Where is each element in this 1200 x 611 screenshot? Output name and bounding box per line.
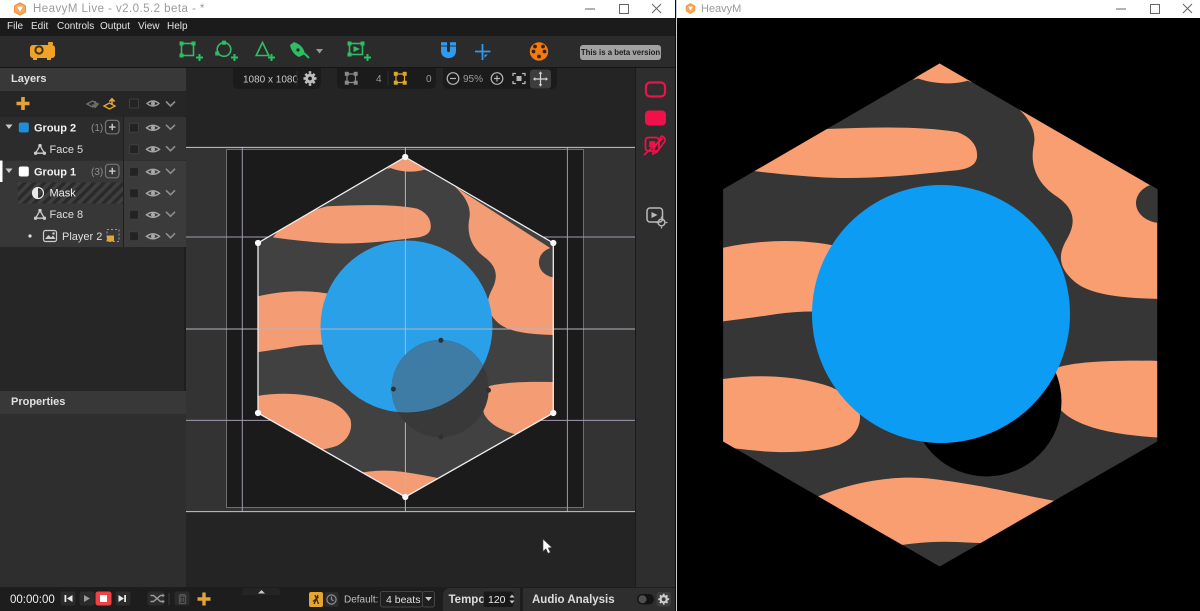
svg-text:4 beats: 4 beats xyxy=(386,594,420,606)
svg-text:120: 120 xyxy=(488,594,506,606)
svg-text:Face 5: Face 5 xyxy=(50,144,84,156)
svg-text:Default:: Default: xyxy=(344,595,378,606)
svg-text:(3): (3) xyxy=(91,167,103,178)
svg-text:95%: 95% xyxy=(463,74,483,85)
svg-text:4: 4 xyxy=(376,74,382,85)
svg-text:00:00:00: 00:00:00 xyxy=(10,594,55,606)
svg-text:Audio Analysis: Audio Analysis xyxy=(532,594,615,606)
svg-text:Player 2: Player 2 xyxy=(62,231,102,243)
svg-text:Mask: Mask xyxy=(50,188,77,200)
svg-text:Group 1: Group 1 xyxy=(34,167,76,179)
svg-text:(1): (1) xyxy=(91,123,103,134)
svg-text:Group 2: Group 2 xyxy=(34,123,76,135)
svg-text:1080 x 1080: 1080 x 1080 xyxy=(243,75,298,86)
svg-text:Tempo: Tempo xyxy=(449,594,486,606)
svg-text:0: 0 xyxy=(426,74,432,85)
svg-text:Face 8: Face 8 xyxy=(50,209,84,221)
